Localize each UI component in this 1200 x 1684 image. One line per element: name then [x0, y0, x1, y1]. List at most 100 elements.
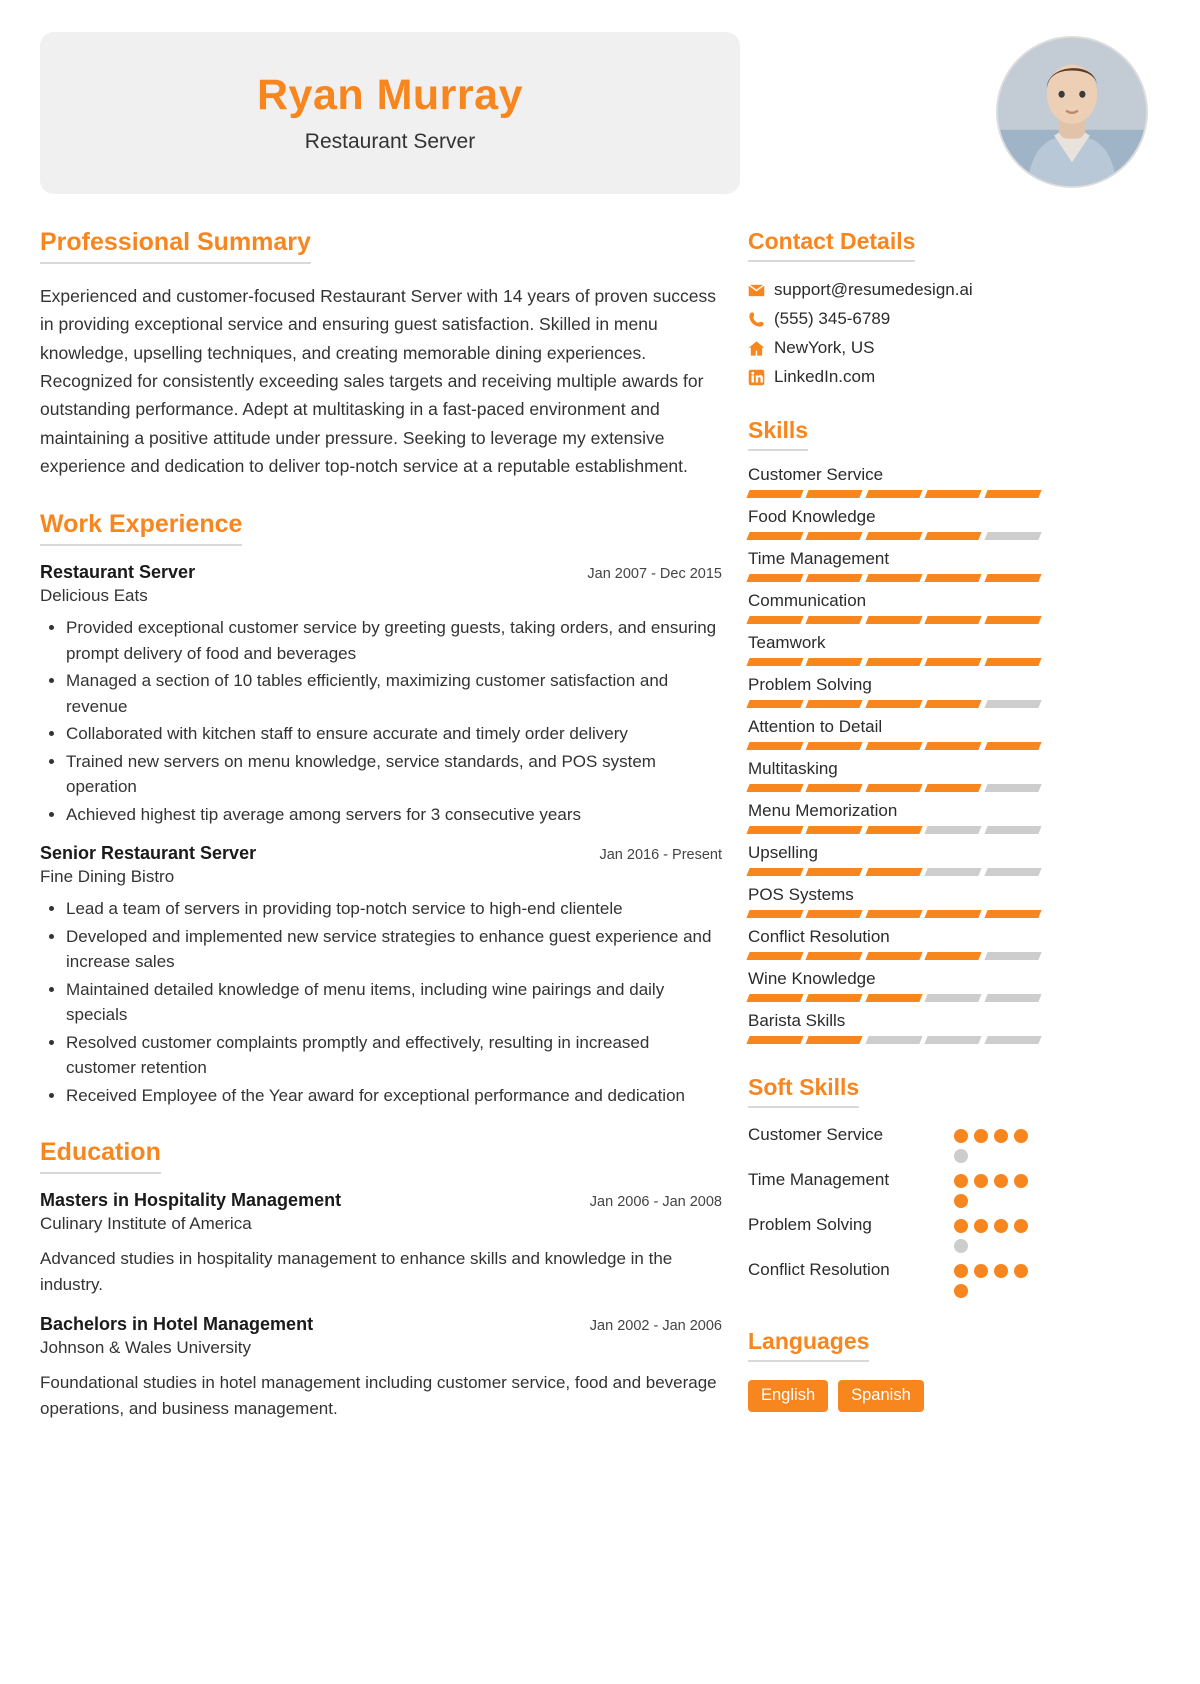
soft-skill-dot: [994, 1174, 1008, 1188]
work-experience-section: Work Experience Restaurant Server Jan 20…: [40, 510, 722, 1108]
right-column: Contact Details support@resumedesign.ai …: [740, 228, 1042, 1452]
skill-segment: [865, 742, 923, 750]
skill-bar: [746, 952, 1042, 960]
skill-segment: [924, 910, 983, 918]
soft-skill-label: Conflict Resolution: [748, 1260, 890, 1279]
skill-segment: [984, 490, 1042, 498]
skill-segment: [865, 868, 923, 876]
skill-item: Upselling: [746, 843, 1042, 876]
soft-skill-dot: [954, 1129, 968, 1143]
skill-segment: [865, 700, 923, 708]
skill-bar: [746, 826, 1042, 834]
left-column: Professional Summary Experienced and cus…: [40, 228, 740, 1452]
skill-bar: [746, 700, 1042, 708]
soft-skill-dot: [974, 1129, 988, 1143]
soft-skill-item: Conflict Resolution: [748, 1259, 1040, 1298]
skill-item: Food Knowledge: [746, 507, 1042, 540]
profile-photo-icon: [998, 38, 1146, 186]
contact-row[interactable]: (555) 345-6789: [748, 309, 1040, 329]
skill-bar: [746, 574, 1042, 582]
skill-segment: [984, 868, 1042, 876]
soft-skill-dot: [994, 1219, 1008, 1233]
soft-skill-dot: [954, 1194, 968, 1208]
skill-segment: [805, 700, 864, 708]
soft-skill-dot: [1014, 1129, 1028, 1143]
skill-item: Menu Memorization: [746, 801, 1042, 834]
skill-segment: [984, 1036, 1042, 1044]
skill-item: Conflict Resolution: [746, 927, 1042, 960]
contact-row[interactable]: support@resumedesign.ai: [748, 280, 1040, 300]
skill-item: Communication: [746, 591, 1042, 624]
soft-skill-dot: [1014, 1264, 1028, 1278]
skill-label: Conflict Resolution: [748, 927, 890, 946]
professional-summary-section: Professional Summary Experienced and cus…: [40, 228, 722, 480]
skill-item: Time Management: [746, 549, 1042, 582]
skill-segment: [984, 742, 1042, 750]
section-heading-languages: Languages: [748, 1328, 870, 1362]
soft-skill-label: Time Management: [748, 1170, 890, 1189]
school-name: Johnson & Wales University: [40, 1338, 252, 1358]
soft-skill-item: Customer Service: [748, 1124, 1040, 1163]
soft-skills-section: Soft Skills Customer Service Time Manage…: [748, 1074, 1040, 1298]
work-bullet: Maintained detailed knowledge of menu it…: [66, 977, 722, 1028]
skill-bar: [746, 1036, 1042, 1044]
section-heading-soft-skills: Soft Skills: [748, 1074, 860, 1108]
contact-row[interactable]: LinkedIn.com: [748, 367, 1040, 387]
skill-segment: [746, 784, 805, 792]
skill-segment: [924, 868, 983, 876]
skill-segment: [865, 826, 923, 834]
skill-item: Teamwork: [746, 633, 1042, 666]
work-entry-head: Senior Restaurant Server Jan 2016 - Pres…: [40, 843, 722, 864]
skill-label: Teamwork: [748, 633, 826, 652]
avatar: [996, 36, 1148, 188]
skill-segment: [924, 994, 983, 1002]
skill-bar: [746, 868, 1042, 876]
skill-segment: [805, 742, 864, 750]
skill-segment: [805, 868, 864, 876]
job-title-subtitle: Restaurant Server: [304, 129, 476, 153]
skill-label: Attention to Detail: [748, 717, 883, 736]
work-bullet: Collaborated with kitchen staff to ensur…: [66, 721, 722, 747]
work-bullet: Managed a section of 10 tables efficient…: [66, 668, 722, 719]
contact-value: NewYork, US: [774, 338, 875, 357]
skill-label: Food Knowledge: [748, 507, 876, 526]
soft-skill-label: Problem Solving: [748, 1215, 872, 1234]
skill-segment: [805, 1036, 864, 1044]
skill-segment: [865, 784, 923, 792]
envelope-icon: [748, 282, 774, 299]
skill-segment: [805, 952, 864, 960]
skill-segment: [984, 574, 1042, 582]
soft-skill-dot: [1014, 1219, 1028, 1233]
soft-skill-rating: [954, 1124, 1040, 1163]
education-entry: Masters in Hospitality Management Jan 20…: [40, 1190, 722, 1298]
skill-bar: [746, 994, 1042, 1002]
contact-value: (555) 345-6789: [774, 309, 891, 328]
skill-item: Attention to Detail: [746, 717, 1042, 750]
contact-row[interactable]: NewYork, US: [748, 338, 1040, 358]
soft-skill-dot: [954, 1219, 968, 1233]
soft-skill-rating: [954, 1169, 1040, 1208]
skill-segment: [984, 532, 1042, 540]
skill-segment: [865, 490, 923, 498]
skill-item: Problem Solving: [746, 675, 1042, 708]
skill-segment: [865, 952, 923, 960]
soft-skill-dot: [974, 1174, 988, 1188]
skill-segment: [865, 910, 923, 918]
skill-segment: [865, 574, 923, 582]
work-bullet: Trained new servers on menu knowledge, s…: [66, 749, 722, 800]
soft-skill-dot: [974, 1219, 988, 1233]
home-icon: [748, 340, 774, 357]
education-date-range: Jan 2002 - Jan 2006: [589, 1318, 722, 1335]
work-date-range: Jan 2016 - Present: [599, 847, 722, 864]
skill-bar: [746, 742, 1042, 750]
section-heading-skills: Skills: [748, 417, 809, 451]
skill-segment: [924, 616, 983, 624]
page-title: Ryan Murray: [257, 71, 523, 120]
skill-label: Wine Knowledge: [748, 969, 876, 988]
work-bullet: Provided exceptional customer service by…: [66, 615, 722, 666]
education-description: Foundational studies in hotel management…: [40, 1373, 717, 1418]
education-entry-head: Bachelors in Hotel Management Jan 2002 -…: [40, 1314, 722, 1335]
soft-skill-rating: [954, 1214, 1040, 1253]
phone-icon: [748, 311, 774, 328]
skill-segment: [746, 490, 805, 498]
